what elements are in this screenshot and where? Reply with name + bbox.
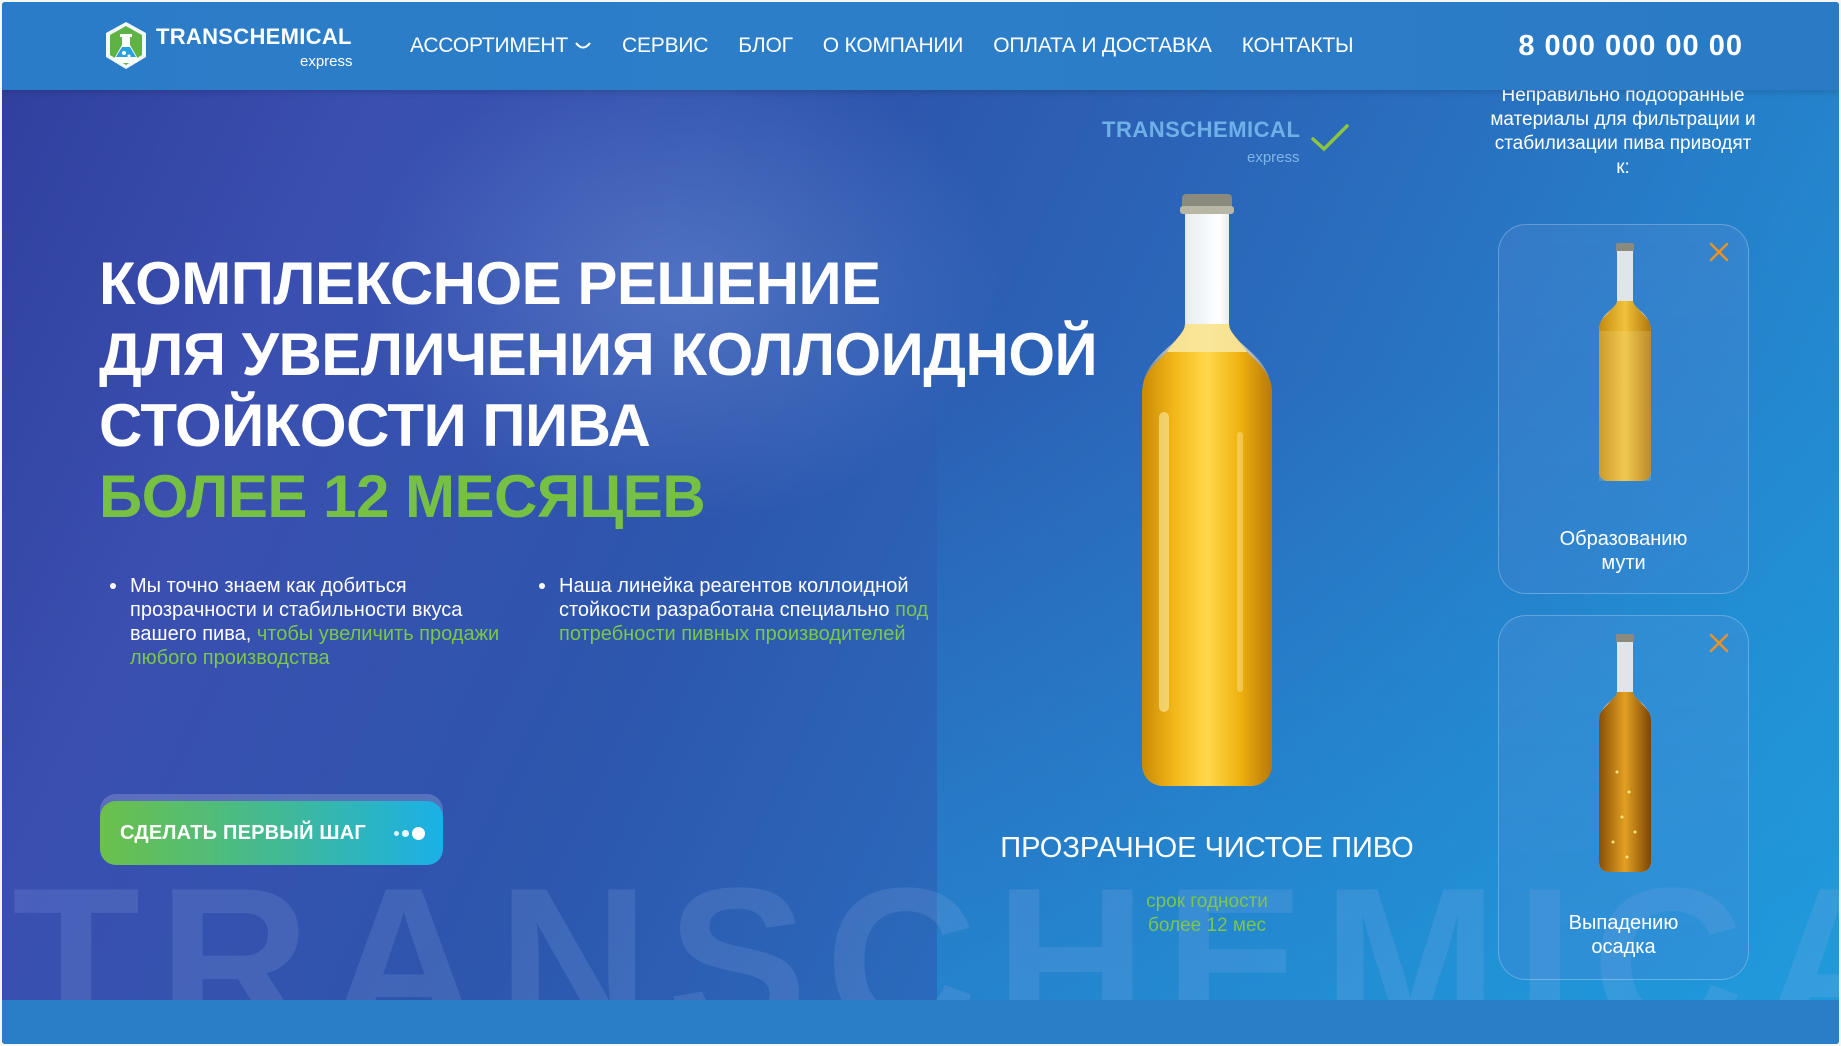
close-x-icon xyxy=(1709,242,1729,262)
benefit-list-2: Наша линейка реагентов коллоидной стойко… xyxy=(539,574,939,646)
problem-caption: Выпадению осадка xyxy=(1499,911,1748,959)
product-brand-name: TRANSCHEMICAL xyxy=(1102,117,1301,142)
nav-item-contacts[interactable]: КОНТАКТЫ xyxy=(1242,34,1354,58)
problem-caption-line: Образованию xyxy=(1559,528,1688,550)
cta-label: СДЕЛАТЬ ПЕРВЫЙ ШАГ xyxy=(120,821,366,844)
nav-item-service[interactable]: СЕРВИС xyxy=(622,34,708,58)
page: TRANSCHEMICAL express АССОРТИМЕНТ СЕРВИС… xyxy=(2,2,1839,1044)
benefit-item: Наша линейка реагентов коллоидной стойко… xyxy=(539,574,939,646)
first-step-button[interactable]: СДЕЛАТЬ ПЕРВЫЙ ШАГ xyxy=(100,801,443,865)
nav-item-blog[interactable]: БЛОГ xyxy=(738,34,793,58)
brand-sub: express xyxy=(300,53,353,70)
hero-title: КОМПЛЕКСНОЕ РЕШЕНИЕ ДЛЯ УВЕЛИЧЕНИЯ КОЛЛО… xyxy=(99,248,1098,532)
phone-number[interactable]: 8 000 000 00 00 xyxy=(1518,30,1743,63)
product-brand: TRANSCHEMICAL express xyxy=(1102,117,1362,167)
product-caption: ПРОЗРАЧНОЕ ЧИСТОЕ ПИВО xyxy=(1000,832,1414,864)
problem-caption-line: Выпадению xyxy=(1568,912,1679,934)
site-header: TRANSCHEMICAL express АССОРТИМЕНТ СЕРВИС… xyxy=(2,2,1839,90)
nav-item-assortment[interactable]: АССОРТИМЕНТ xyxy=(410,34,592,58)
nav-item-label: О КОМПАНИИ xyxy=(822,34,964,57)
bottom-band xyxy=(2,1000,1839,1044)
nav-item-label: СЕРВИС xyxy=(622,34,709,57)
product-brand-sub: express xyxy=(1247,149,1300,166)
sediment-beer-bottle-image xyxy=(1599,634,1651,872)
dots-icon xyxy=(394,827,425,840)
nav-item-label: КОНТАКТЫ xyxy=(1241,34,1354,57)
main-nav: АССОРТИМЕНТ СЕРВИС БЛОГ О КОМПАНИИ ОПЛАТ… xyxy=(410,34,1383,58)
shelf-life-line: срок годности xyxy=(1146,891,1268,912)
brand-logo[interactable]: TRANSCHEMICAL express xyxy=(102,20,362,74)
problem-caption: Образованию мути xyxy=(1499,527,1748,575)
nav-item-label: ОПЛАТА И ДОСТАВКА xyxy=(993,34,1212,57)
nav-item-payment-delivery[interactable]: ОПЛАТА И ДОСТАВКА xyxy=(993,34,1212,58)
hero-title-line: СТОЙКОСТИ ПИВА xyxy=(99,392,651,459)
problem-card-haze: Образованию мути xyxy=(1498,224,1749,594)
flask-logo-icon xyxy=(106,22,146,69)
benefit-text: Наша линейка реагентов коллоидной стойко… xyxy=(559,575,909,621)
nav-item-label: АССОРТИМЕНТ xyxy=(410,34,569,57)
checkmark-icon xyxy=(1311,124,1349,152)
hero-title-line: ДЛЯ УВЕЛИЧЕНИЯ КОЛЛОИДНОЙ xyxy=(99,321,1098,388)
shelf-life-text: срок годности более 12 мес xyxy=(1082,890,1332,938)
nav-item-about[interactable]: О КОМПАНИИ xyxy=(822,34,964,58)
shelf-life-line: более 12 мес xyxy=(1147,915,1267,936)
hazy-beer-bottle-image xyxy=(1599,243,1651,481)
brand-name: TRANSCHEMICAL xyxy=(156,24,352,49)
problem-card-sediment: Выпадению осадка xyxy=(1498,615,1749,980)
problems-intro: Неправильно подобранные материалы для фи… xyxy=(1490,85,1756,178)
benefit-list-1: Мы точно знаем как добиться прозрачности… xyxy=(110,574,510,670)
benefit-item: Мы точно знаем как добиться прозрачности… xyxy=(110,574,510,670)
hero-title-accent: БОЛЕЕ 12 МЕСЯЦЕВ xyxy=(99,463,706,530)
problem-caption-line: осадка xyxy=(1591,936,1656,958)
hero-title-line: КОМПЛЕКСНОЕ РЕШЕНИЕ xyxy=(99,250,881,317)
chevron-down-icon xyxy=(575,42,591,49)
problem-caption-line: мути xyxy=(1601,552,1646,574)
clear-beer-bottle-image xyxy=(1142,194,1272,786)
close-x-icon xyxy=(1709,633,1729,653)
nav-item-label: БЛОГ xyxy=(738,34,793,57)
